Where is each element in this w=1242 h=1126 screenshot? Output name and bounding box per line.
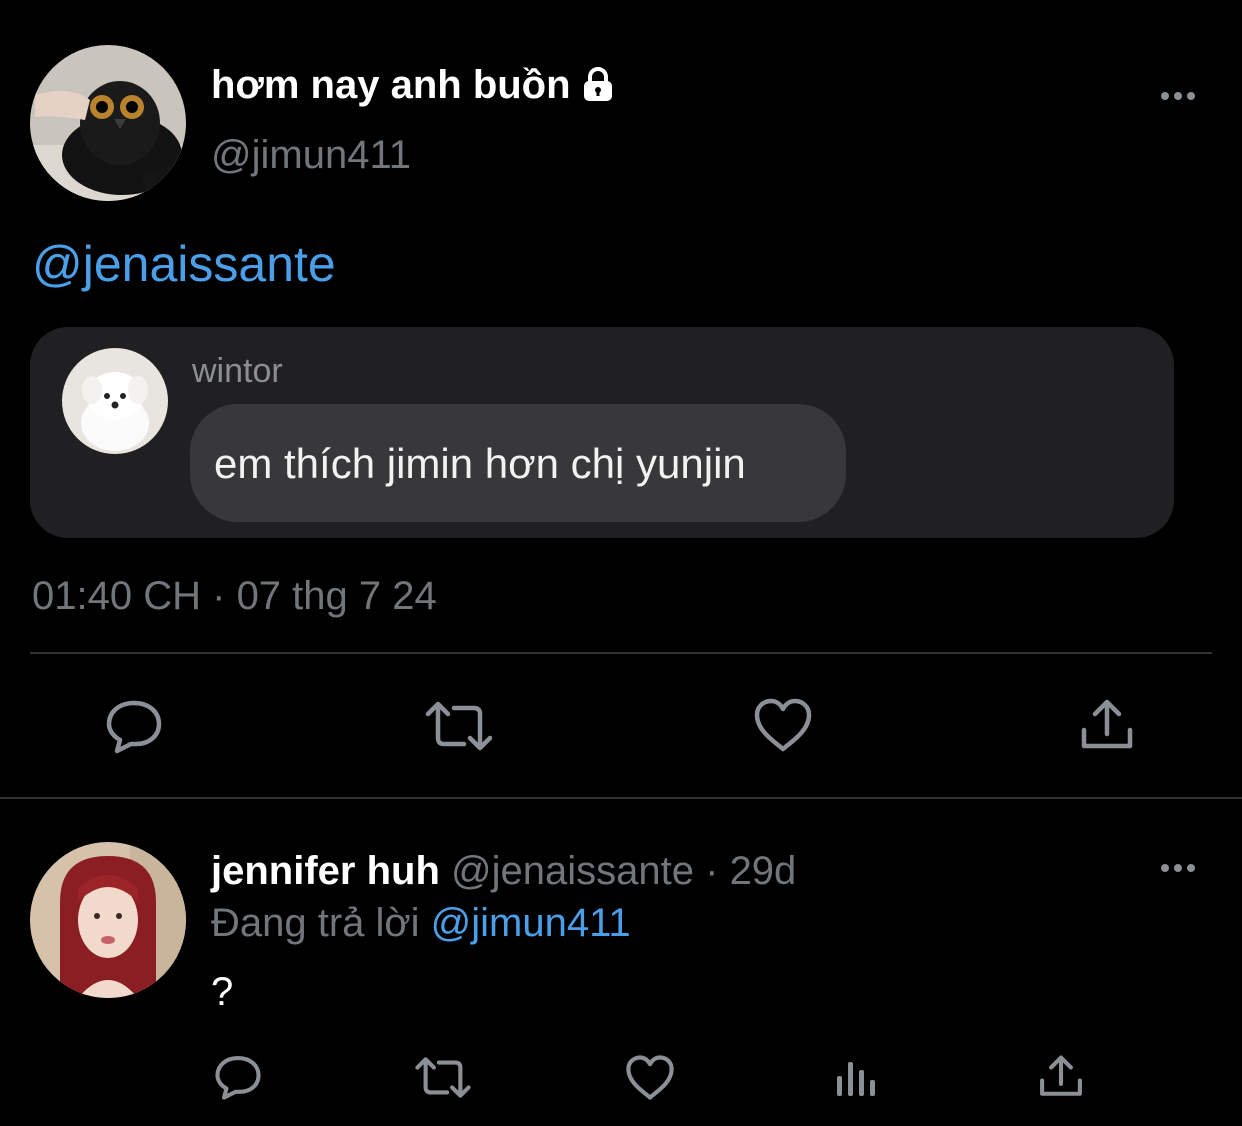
reply-retweet-icon[interactable] [414, 1056, 472, 1099]
reply-icon[interactable] [105, 698, 163, 754]
reply-separator: · [705, 849, 719, 893]
author-avatar[interactable] [30, 45, 186, 201]
tweet-date: 07 thg 7 24 [236, 574, 437, 618]
quoted-sender-name: wintor [192, 352, 283, 390]
author-handle[interactable]: @jimun411 [211, 131, 411, 179]
reply-age: 29d [729, 849, 797, 893]
quoted-sender-avatar [62, 348, 168, 454]
message-text: em thích jimin hơn chị yunjin [214, 440, 746, 487]
more-horizontal-icon[interactable] [1161, 92, 1195, 100]
reply-header-row: jennifer huh @jenaissante · 29d [211, 846, 796, 896]
reply-reply-icon[interactable] [214, 1054, 262, 1100]
mention-link[interactable]: @jenaissante [32, 234, 336, 294]
author-display-name: hơm nay anh buồn [211, 63, 571, 107]
divider [30, 652, 1212, 654]
tweet-time: 01:40 CH [32, 574, 201, 618]
reply-author-name[interactable]: jennifer huh [211, 849, 440, 893]
lock-icon [579, 66, 617, 104]
timestamp-separator: · [212, 574, 226, 618]
replying-to-row: Đang trả lời @jimun411 [211, 898, 631, 948]
reply-heart-icon[interactable] [625, 1054, 675, 1101]
reply-text: ? [211, 970, 234, 1014]
reply-author-handle[interactable]: @jenaissante [451, 849, 694, 893]
replying-to-label: Đang trả lời [211, 901, 420, 945]
section-divider [0, 797, 1242, 799]
author-display-name-row[interactable]: hơm nay anh buồn [211, 60, 617, 110]
share-icon[interactable] [1079, 698, 1135, 752]
replying-to-handle[interactable]: @jimun411 [431, 901, 631, 945]
reply-author-avatar[interactable] [30, 842, 186, 998]
reply-share-icon[interactable] [1038, 1054, 1084, 1099]
retweet-icon[interactable] [424, 700, 494, 752]
reply-more-icon[interactable] [1161, 864, 1195, 872]
heart-icon[interactable] [753, 697, 813, 753]
views-icon[interactable] [834, 1054, 880, 1100]
tweet-timestamp-row: 01:40 CH · 07 thg 7 24 [32, 572, 437, 620]
